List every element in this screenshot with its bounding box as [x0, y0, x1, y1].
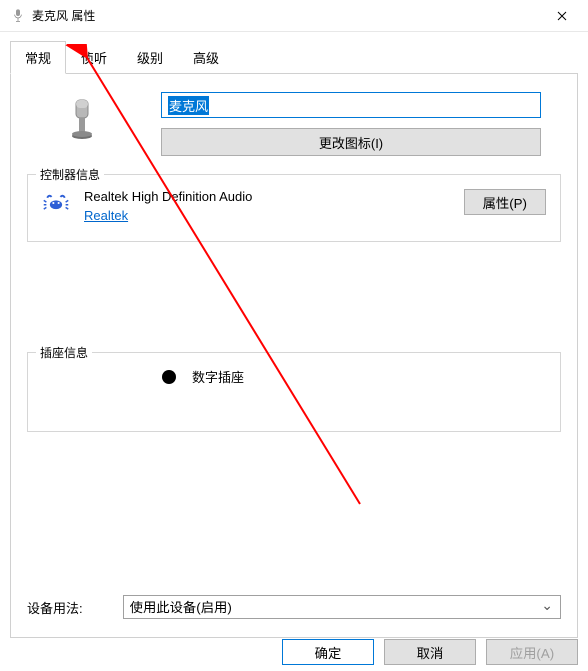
- title-bar: 麦克风 属性: [0, 0, 588, 32]
- controller-properties-button[interactable]: 属性(P): [464, 189, 546, 215]
- tabpage-general: 麦克风 更改图标(I) 控制器信息 Rea: [10, 74, 578, 638]
- tab-general[interactable]: 常规: [10, 41, 66, 74]
- controller-info-group: 控制器信息 Realtek High Definition Audio Real…: [27, 174, 561, 242]
- ok-button[interactable]: 确定: [282, 639, 374, 665]
- window-title: 麦克风 属性: [32, 7, 540, 24]
- jack-info-group: 插座信息 数字插座: [27, 352, 561, 432]
- vendor-link[interactable]: Realtek: [84, 208, 252, 223]
- tab-strip: 常规 侦听 级别 高级: [10, 40, 578, 74]
- tab-listen[interactable]: 侦听: [66, 41, 122, 74]
- jack-color-dot: [162, 370, 176, 384]
- device-icon: [27, 92, 137, 144]
- device-usage-select[interactable]: 使用此设备(启用): [123, 595, 561, 619]
- apply-button[interactable]: 应用(A): [486, 639, 578, 665]
- tab-levels[interactable]: 级别: [122, 41, 178, 74]
- controller-name: Realtek High Definition Audio: [84, 189, 252, 204]
- device-usage-label: 设备用法:: [27, 598, 83, 617]
- jack-label: 数字插座: [192, 367, 244, 386]
- realtek-crab-icon: [42, 189, 70, 220]
- close-button[interactable]: [540, 1, 584, 31]
- change-icon-button[interactable]: 更改图标(I): [161, 128, 541, 156]
- controller-group-title: 控制器信息: [36, 166, 104, 183]
- tab-advanced[interactable]: 高级: [178, 41, 234, 74]
- dialog-buttons: 确定 取消 应用(A): [282, 639, 578, 665]
- microphone-icon: [10, 8, 26, 24]
- cancel-button[interactable]: 取消: [384, 639, 476, 665]
- jack-group-title: 插座信息: [36, 344, 92, 361]
- device-name-input[interactable]: 麦克风: [161, 92, 541, 118]
